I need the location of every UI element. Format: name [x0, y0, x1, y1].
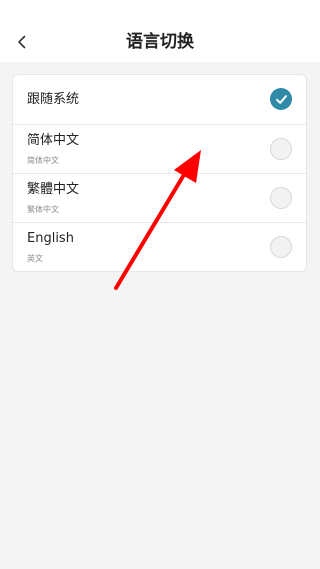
language-option-sublabel: 简体中文	[27, 156, 59, 165]
language-option-label: English	[27, 231, 74, 246]
language-option-sublabel: 繁体中文	[27, 205, 59, 214]
unselected-radio-icon[interactable]	[270, 187, 292, 209]
language-list: 跟随系统 简体中文 简体中文 繁體中文 繁体中文 English 英文	[13, 75, 306, 271]
language-option-english[interactable]: English 英文	[13, 222, 306, 271]
language-option-simplified-chinese[interactable]: 简体中文 简体中文	[13, 124, 306, 173]
language-option-label: 跟随系统	[27, 92, 80, 107]
language-option-sublabel: 英文	[27, 254, 43, 263]
language-option-traditional-chinese[interactable]: 繁體中文 繁体中文	[13, 173, 306, 222]
language-option-label: 简体中文	[27, 133, 80, 148]
selected-check-icon[interactable]	[270, 88, 292, 110]
page-title: 语言切换	[126, 32, 194, 52]
language-option-label: 繁體中文	[27, 182, 80, 197]
unselected-radio-icon[interactable]	[270, 236, 292, 258]
app-header: 语言切换	[0, 0, 320, 62]
unselected-radio-icon[interactable]	[270, 138, 292, 160]
language-option-follow-system[interactable]: 跟随系统	[13, 75, 306, 124]
